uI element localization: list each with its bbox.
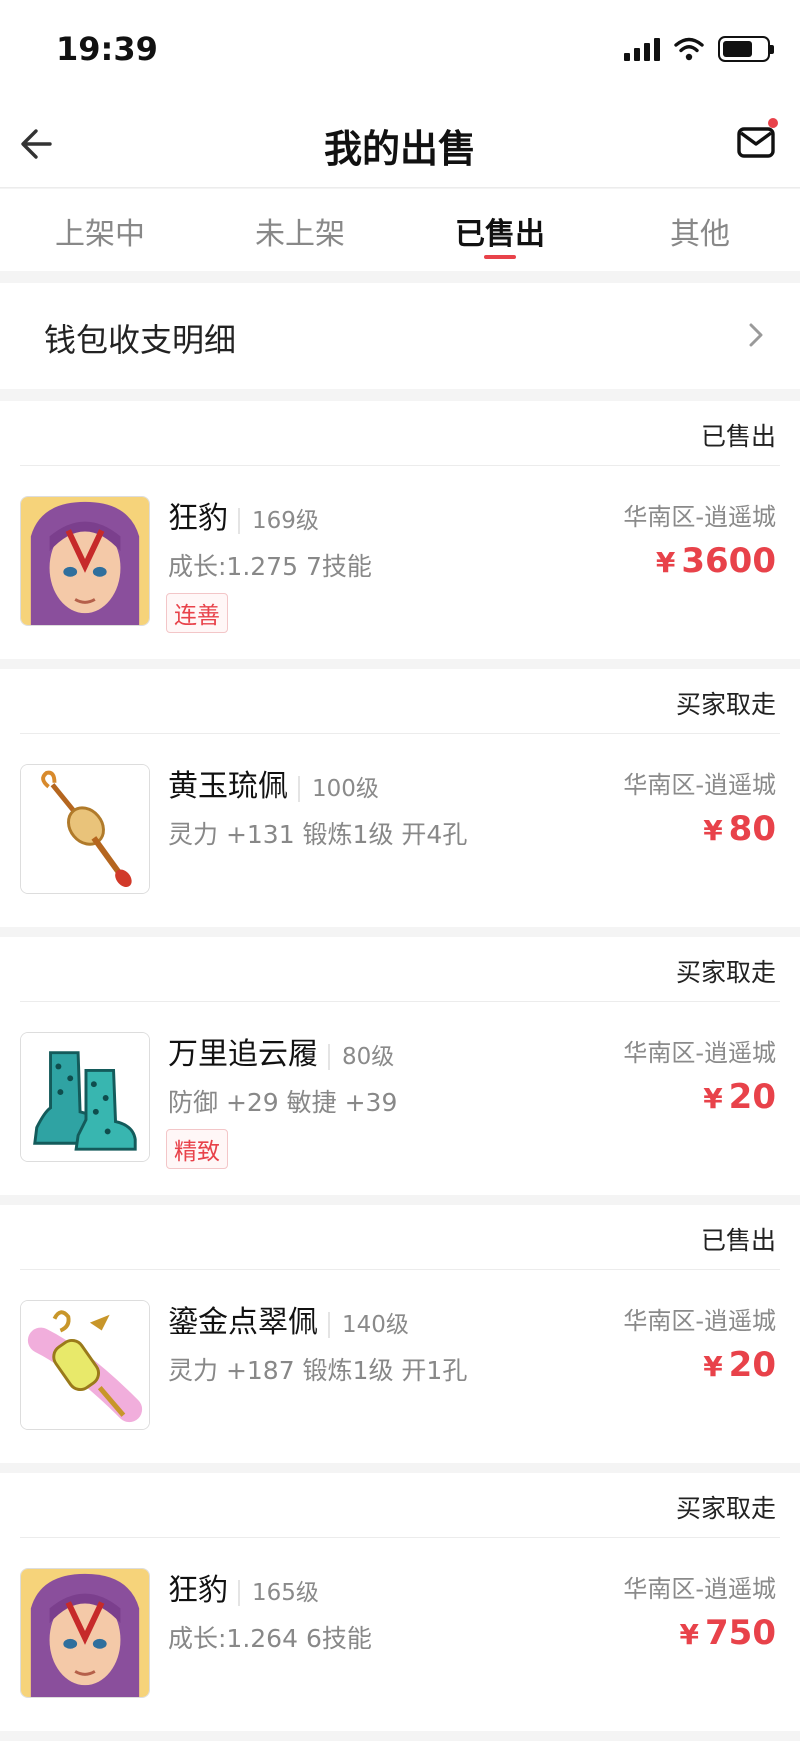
item-thumbnail	[20, 1568, 150, 1698]
divider	[20, 1001, 780, 1002]
item-server: 华南区-逍遥城	[623, 1575, 776, 1603]
item-attributes: 成长:1.264 6技能	[168, 1624, 372, 1653]
item-name-text: 鎏金点翠佩	[168, 1305, 318, 1340]
divider	[20, 733, 780, 734]
order-card[interactable]: 已售出 狂豹 169级 成长:1.275 7技能 连善 华南区-逍遥城 ¥3600	[0, 401, 800, 659]
currency-symbol: ¥	[679, 1618, 700, 1651]
tab-bar: 上架中 未上架 已售出 其他	[0, 189, 800, 271]
tab-other[interactable]: 其他	[600, 189, 800, 271]
chevron-right-icon	[749, 323, 763, 347]
nav-bar: 我的出售	[0, 100, 800, 188]
order-status: 买家取走	[675, 690, 776, 719]
wallet-details-row[interactable]: 钱包收支明细	[0, 283, 800, 389]
boots-icon	[21, 1033, 149, 1161]
order-status: 买家取走	[675, 1494, 776, 1523]
order-list: 已售出 狂豹 169级 成长:1.275 7技能 连善 华南区-逍遥城 ¥3600…	[0, 401, 800, 1741]
item-server: 华南区-逍遥城	[623, 771, 776, 799]
item-thumbnail	[20, 1032, 150, 1162]
item-price: ¥750	[680, 1613, 776, 1653]
wifi-icon	[674, 37, 704, 61]
order-status: 已售出	[700, 422, 776, 451]
status-bar: 19:39	[0, 0, 800, 100]
currency-symbol: ¥	[703, 1082, 723, 1115]
item-thumbnail	[20, 496, 150, 626]
item-name-text: 狂豹	[168, 1573, 228, 1608]
order-status: 已售出	[700, 1226, 776, 1255]
item-level: 80级	[328, 1044, 395, 1070]
price-value: 20	[728, 1345, 776, 1385]
battery-icon	[718, 36, 774, 62]
status-time: 19:39	[56, 30, 158, 68]
item-thumbnail	[20, 1300, 150, 1430]
item-name: 狂豹 169级	[168, 493, 319, 537]
divider	[20, 1537, 780, 1538]
order-card[interactable]: 已售出 鎏金点翠佩 140级 灵力 +187 锻炼1级 开1孔 华南区-逍遥城 ¥…	[0, 1205, 800, 1463]
gold-pendant-icon	[21, 1301, 149, 1429]
divider	[20, 465, 780, 466]
item-attributes: 灵力 +131 锻炼1级 开4孔	[168, 820, 468, 849]
item-attributes: 防御 +29 敏捷 +39	[168, 1088, 398, 1117]
item-price: ¥80	[703, 809, 776, 849]
divider	[20, 1269, 780, 1270]
order-card[interactable]: 买家取走 万里追云履 80级 防御 +29 敏捷 +39 精致 华南区-逍遥城 ¥…	[0, 937, 800, 1195]
item-level: 169级	[238, 508, 319, 534]
item-attributes: 成长:1.275 7技能	[168, 552, 372, 581]
order-card[interactable]: 买家取走 黄玉琉佩 100级 灵力 +131 锻炼1级 开4孔 华南区-逍遥城 ¥…	[0, 669, 800, 927]
page-title: 我的出售	[323, 127, 476, 171]
price-value: 3600	[681, 541, 776, 581]
tab-listed[interactable]: 上架中	[0, 189, 200, 271]
item-name-text: 黄玉琉佩	[168, 769, 288, 804]
wallet-details-label: 钱包收支明细	[44, 321, 237, 359]
item-server: 华南区-逍遥城	[623, 1039, 776, 1067]
tab-sold[interactable]: 已售出	[400, 189, 600, 271]
tab-unlisted[interactable]: 未上架	[200, 189, 400, 271]
price-value: 20	[728, 1077, 776, 1117]
item-price: ¥20	[703, 1345, 776, 1385]
item-name-text: 狂豹	[168, 501, 228, 536]
order-status: 买家取走	[675, 958, 776, 987]
item-server: 华南区-逍遥城	[623, 503, 776, 531]
item-level: 140级	[328, 1312, 409, 1338]
item-level: 165级	[238, 1580, 319, 1606]
item-price: ¥3600	[656, 541, 776, 581]
item-level: 100级	[298, 776, 379, 802]
price-value: 80	[728, 809, 776, 849]
character-portrait-icon	[21, 497, 149, 625]
currency-symbol: ¥	[703, 1350, 723, 1383]
signal-icon	[624, 37, 660, 61]
item-name: 狂豹 165级	[168, 1565, 319, 1609]
item-name: 鎏金点翠佩 140级	[168, 1297, 409, 1341]
item-server: 华南区-逍遥城	[623, 1307, 776, 1335]
character-portrait-icon	[21, 1569, 149, 1697]
item-name-text: 万里追云履	[168, 1037, 318, 1072]
unread-badge	[768, 118, 778, 128]
item-attributes: 灵力 +187 锻炼1级 开1孔	[168, 1356, 468, 1385]
currency-symbol: ¥	[655, 546, 676, 579]
item-thumbnail	[20, 764, 150, 894]
item-name: 黄玉琉佩 100级	[168, 761, 379, 805]
currency-symbol: ¥	[703, 814, 723, 847]
item-price: ¥20	[703, 1077, 776, 1117]
order-card[interactable]: 买家取走 狂豹 165级 成长:1.264 6技能 华南区-逍遥城 ¥750	[0, 1473, 800, 1731]
item-name: 万里追云履 80级	[168, 1029, 395, 1073]
item-tag: 连善	[166, 593, 228, 633]
price-value: 750	[705, 1613, 776, 1653]
jade-pendant-icon	[21, 765, 149, 893]
status-icons	[624, 36, 774, 62]
item-tag: 精致	[166, 1129, 228, 1169]
